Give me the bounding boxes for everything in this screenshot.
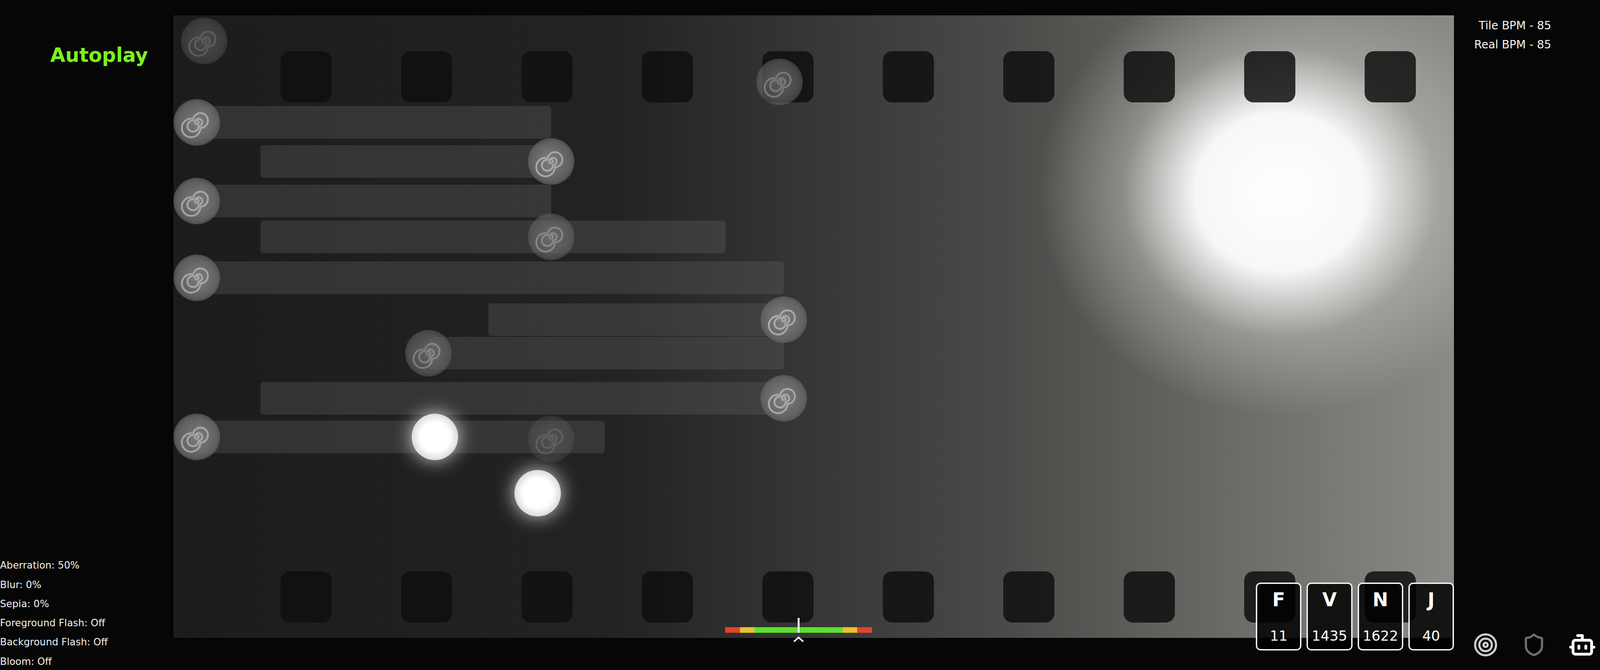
playfield xyxy=(0,0,1600,670)
icon-bar xyxy=(1470,629,1598,660)
sprocket-hole xyxy=(400,571,453,623)
spiral-icon xyxy=(180,261,214,294)
judgement-letter: V xyxy=(1322,588,1337,611)
spiral-icon xyxy=(763,65,796,99)
spiral-icon xyxy=(534,145,568,178)
judgement-box: V 1435 xyxy=(1306,582,1353,651)
judgement-counters: F 11 V 1435 N 1622 J 40 xyxy=(1255,582,1454,651)
tile xyxy=(173,177,220,225)
spiral-icon xyxy=(180,106,214,139)
bpm-text: Real BPM - 85 xyxy=(1474,37,1552,53)
sprocket-hole xyxy=(1123,571,1175,623)
target-icon xyxy=(1473,632,1499,658)
sprocket-hole xyxy=(1364,51,1416,103)
shield-icon xyxy=(1521,632,1547,657)
sprocket-hole xyxy=(280,571,332,623)
tile xyxy=(173,413,220,460)
spiral-icon xyxy=(180,420,214,454)
setting-item: Blur: 0% xyxy=(0,578,726,592)
sprocket-row xyxy=(173,51,1454,103)
target-button[interactable] xyxy=(1470,629,1501,660)
tile xyxy=(527,213,575,260)
sprocket-hole xyxy=(641,571,694,623)
tile xyxy=(527,138,575,185)
spiral-icon xyxy=(534,220,568,254)
setting-item: Aberration: 50% xyxy=(0,559,726,572)
tile xyxy=(760,374,807,422)
sprocket-hole xyxy=(1003,51,1055,103)
judgement-count: 1435 xyxy=(1311,627,1347,645)
judgement-box: F 11 xyxy=(1255,582,1302,651)
bpm-display: Tile BPM - 85 Real BPM - 85 xyxy=(1474,18,1552,53)
sprocket-hole xyxy=(762,571,814,623)
tile xyxy=(405,329,452,377)
tile xyxy=(180,17,228,65)
bpm-text: Tile BPM - 85 xyxy=(1478,18,1552,34)
tile-path xyxy=(488,303,784,336)
tile-path xyxy=(260,145,552,178)
hud-bottom: Aberration: 50% Blur: 0% Sepia: 0% Foregrou… xyxy=(0,559,1600,670)
sprocket-hole xyxy=(1244,51,1296,103)
bot-button[interactable] xyxy=(1567,629,1598,660)
hud-top: Autoplay Tile BPM - 85 Real BPM - 85 xyxy=(0,0,1600,69)
tile xyxy=(411,413,459,460)
tile xyxy=(760,296,807,343)
tile xyxy=(173,99,220,146)
sprocket-hole xyxy=(1123,51,1175,103)
sprocket-hole xyxy=(882,51,934,103)
spiral-icon xyxy=(767,303,800,336)
hit-error-meter xyxy=(725,626,873,633)
spiral-icon xyxy=(180,184,214,218)
autoplay-label: Autoplay xyxy=(50,42,148,69)
judgement-count: 11 xyxy=(1269,627,1288,645)
sprocket-hole xyxy=(400,51,453,103)
judgement-letter: J xyxy=(1427,588,1435,611)
tile xyxy=(514,469,561,517)
chevron-icon xyxy=(792,635,805,643)
settings-list: Aberration: 50% Blur: 0% Sepia: 0% Foregrou… xyxy=(0,559,726,668)
sprocket-hole xyxy=(521,51,573,103)
meter-marker xyxy=(797,617,800,633)
tile-path xyxy=(196,106,552,139)
spiral-icon xyxy=(412,336,445,370)
judgement-count: 1622 xyxy=(1362,627,1399,645)
setting-item: Background Flash: Off xyxy=(0,635,726,649)
spiral-icon xyxy=(767,381,800,415)
judgement-letter: F xyxy=(1272,588,1286,611)
sprocket-hole xyxy=(641,51,694,103)
tile-path xyxy=(260,220,726,254)
tile-path xyxy=(196,184,552,218)
sprocket-hole xyxy=(1003,571,1055,623)
setting-item: Bloom: Off xyxy=(0,655,726,668)
hud: Autoplay Tile BPM - 85 Real BPM - 85 Aberra… xyxy=(0,0,1600,670)
tile xyxy=(756,58,803,106)
bot-icon xyxy=(1568,630,1597,659)
tile-path xyxy=(428,336,784,370)
tile-path xyxy=(196,261,784,294)
judgement-count: 40 xyxy=(1422,627,1440,645)
shield-button[interactable] xyxy=(1519,629,1549,660)
spiral-icon xyxy=(187,24,221,58)
hud-right: F 11 V 1435 N 1622 J 40 xyxy=(872,582,1598,668)
judgement-box: N 1622 xyxy=(1357,582,1404,651)
sprocket-hole xyxy=(521,571,573,623)
judgement-letter: N xyxy=(1372,588,1388,611)
tile-path xyxy=(260,381,784,415)
setting-item: Foreground Flash: Off xyxy=(0,616,726,630)
sprocket-hole xyxy=(882,571,934,623)
sprocket-hole xyxy=(280,51,332,103)
judgement-box: J 40 xyxy=(1408,582,1454,651)
tile xyxy=(173,254,220,301)
spiral-icon xyxy=(534,422,568,455)
setting-item: Sepia: 0% xyxy=(0,597,726,611)
tile xyxy=(527,415,575,462)
game-screen: Autoplay Tile BPM - 85 Real BPM - 85 Aberra… xyxy=(0,0,1600,670)
